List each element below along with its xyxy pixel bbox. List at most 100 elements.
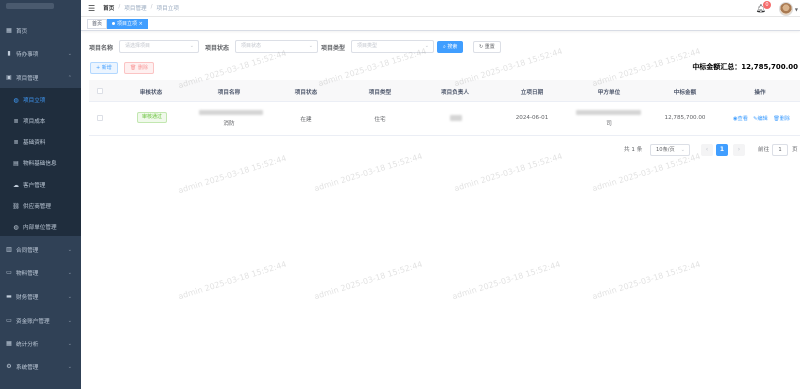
project-status-cell: 在建 xyxy=(300,117,312,123)
sidebar-item-home[interactable]: ▦ 首页 xyxy=(0,19,81,42)
view-link[interactable]: ◉查看 xyxy=(733,115,748,122)
chevron-down-icon: ⌄ xyxy=(67,340,72,347)
header-amount: 中标金额 xyxy=(673,90,697,96)
sidebar-item-label: 首页 xyxy=(16,28,28,35)
project-type-label: 项目类型 xyxy=(321,45,346,52)
breadcrumb-separator: / xyxy=(118,4,121,10)
breadcrumb-project-management: 项目管理 xyxy=(124,6,147,12)
active-dot-icon xyxy=(112,22,115,25)
party-a-cell: 司 xyxy=(606,121,612,127)
search-button-label: 搜索 xyxy=(447,44,458,50)
breadcrumb-separator: / xyxy=(150,4,153,10)
project-name-select[interactable]: 请选择项目 ⌄ xyxy=(119,40,199,53)
sidebar-item-project-cost[interactable]: ≣ 项目成本 xyxy=(0,112,81,130)
sidebar-item-supplier[interactable]: ⛓ 供应商管理 xyxy=(0,197,81,215)
chevron-down-icon: ⌄ xyxy=(67,50,72,57)
next-page-button[interactable]: › xyxy=(733,144,745,156)
gear-icon: ⚙ xyxy=(6,363,12,370)
header-date: 立项日期 xyxy=(520,90,544,96)
delete-button[interactable]: 🗑︎ 删除 xyxy=(124,62,154,74)
chevron-down-icon: ⌄ xyxy=(308,43,313,49)
card-icon: ▭ xyxy=(6,317,12,324)
watermark: admin 2025-03-18 15:52:44 xyxy=(313,259,424,302)
link-icon: ⛓ xyxy=(12,202,20,210)
sidebar-item-material[interactable]: ▭ 物料管理 ⌄ xyxy=(0,261,81,284)
project-status-select[interactable]: 项目状态 ⌄ xyxy=(235,40,318,53)
reset-button-label: 重置 xyxy=(484,44,495,50)
sidebar-item-label: 待办事项 xyxy=(16,51,39,58)
hamburger-icon[interactable]: ☰ xyxy=(88,4,95,13)
view-label: 查看 xyxy=(737,116,748,122)
table-row: 审核通过 消防 在建 住宅 2024-06-01 司 12,785,700.00… xyxy=(89,102,800,136)
chevron-down-icon: ⌄ xyxy=(680,147,685,153)
row-checkbox[interactable] xyxy=(97,115,103,121)
chevron-up-icon: ⌃ xyxy=(67,74,72,81)
page-size-value: 10条/页 xyxy=(656,147,675,153)
watermark: admin 2025-03-18 15:52:44 xyxy=(177,153,288,196)
redacted-leader xyxy=(450,115,462,121)
pagination-total: 共 1 条 xyxy=(624,147,643,153)
project-type-placeholder: 项目类型 xyxy=(357,43,378,49)
watermark: admin 2025-03-18 15:52:44 xyxy=(177,259,288,302)
delete-link[interactable]: 🗑︎删除 xyxy=(773,115,790,122)
reset-button[interactable]: ↻ 重置 xyxy=(473,41,501,53)
breadcrumb: 首页 / 项目管理 / 项目立项 xyxy=(103,4,179,12)
chevron-down-icon: ⌄ xyxy=(67,317,72,324)
watermark: admin 2025-03-18 15:52:44 xyxy=(453,151,564,194)
trash-icon: 🗑︎ xyxy=(773,116,780,122)
watermark: admin 2025-03-18 15:52:44 xyxy=(591,151,702,194)
header-party-a: 甲方单位 xyxy=(597,90,621,96)
select-all-checkbox[interactable] xyxy=(97,88,103,94)
sidebar-item-todo[interactable]: ▮ 待办事项 ⌄ xyxy=(0,42,81,65)
sidebar-item-internal-unit[interactable]: ◍ 内部单位管理 xyxy=(0,218,81,236)
page-number-1[interactable]: 1 xyxy=(716,144,728,156)
sidebar: ▦ 首页 ▮ 待办事项 ⌄ ▣ 项目管理 ⌃ ◍ 项目立项 ≣ 项目成本 ≣ 基… xyxy=(0,0,81,389)
document-icon: ▤ xyxy=(13,159,19,167)
sidebar-item-finance[interactable]: ▬ 财务管理 ⌄ xyxy=(0,285,81,308)
breadcrumb-current: 项目立项 xyxy=(156,6,179,12)
tag-project-initiation[interactable]: 项目立项 × xyxy=(107,19,148,29)
refresh-icon: ↻ xyxy=(479,44,484,50)
trash-icon: 🗑︎ xyxy=(130,65,137,71)
sidebar-item-label: 基础资料 xyxy=(23,140,46,146)
chevron-down-icon: ⌄ xyxy=(67,293,72,300)
sidebar-item-system[interactable]: ⚙ 系统管理 ⌄ xyxy=(0,355,81,378)
avatar[interactable] xyxy=(779,2,793,16)
close-icon[interactable]: × xyxy=(139,21,143,27)
sidebar-item-basic-data[interactable]: ≣ 基础资料 xyxy=(0,133,81,151)
project-name-cell: 消防 xyxy=(223,121,235,127)
project-type-select[interactable]: 项目类型 ⌄ xyxy=(351,40,434,53)
search-icon: ⌕ xyxy=(443,44,446,50)
sidebar-item-label: 供应商管理 xyxy=(23,204,51,210)
watermark: admin 2025-03-18 15:52:44 xyxy=(591,259,702,302)
sidebar-item-material-info[interactable]: ▤ 物料基础信息 xyxy=(0,154,81,172)
sidebar-item-project-management[interactable]: ▣ 项目管理 ⌃ xyxy=(0,66,81,89)
search-button[interactable]: ⌕ 搜索 xyxy=(437,41,464,53)
breadcrumb-home[interactable]: 首页 xyxy=(103,4,114,12)
amount-total: 中标金额汇总：12,785,700.00 xyxy=(692,63,798,71)
project-type-cell: 住宅 xyxy=(374,117,386,123)
sidebar-item-statistics[interactable]: ▦ 统计分析 ⌄ xyxy=(0,332,81,355)
sidebar-item-label: 物料基础信息 xyxy=(23,161,57,167)
edit-link[interactable]: ✎编辑 xyxy=(753,115,768,122)
add-button[interactable]: + 新增 xyxy=(90,62,118,74)
header-project-name: 项目名称 xyxy=(217,90,241,96)
sidebar-item-fund-account[interactable]: ▭ 资金账户管理 ⌄ xyxy=(0,309,81,332)
sidebar-item-label: 系统管理 xyxy=(16,364,39,371)
page-size-select[interactable]: 10条/页 ⌄ xyxy=(650,144,690,156)
sidebar-item-label: 项目立项 xyxy=(23,98,46,104)
sidebar-item-project-initiation[interactable]: ◍ 项目立项 xyxy=(0,91,81,109)
goto-page-input[interactable]: 1 xyxy=(772,144,788,156)
plus-icon: + xyxy=(96,65,101,71)
chevron-down-icon: ⌄ xyxy=(67,269,72,276)
top-navbar: ☰ 首页 / 项目管理 / 项目立项 🔔︎ 0 ▼ xyxy=(81,0,800,17)
sidebar-item-contract[interactable]: ▥ 合同管理 ⌄ xyxy=(0,238,81,261)
sidebar-item-customer[interactable]: ☁ 客户管理 xyxy=(0,176,81,194)
notification-badge: 0 xyxy=(763,1,771,9)
header-actions: 操作 xyxy=(754,90,766,96)
caret-down-icon[interactable]: ▼ xyxy=(795,7,798,12)
delete-button-label: 删除 xyxy=(137,65,148,71)
tag-home[interactable]: 首页 xyxy=(87,19,108,29)
prev-page-button[interactable]: ‹ xyxy=(701,144,713,156)
project-status-label: 项目状态 xyxy=(205,45,230,52)
